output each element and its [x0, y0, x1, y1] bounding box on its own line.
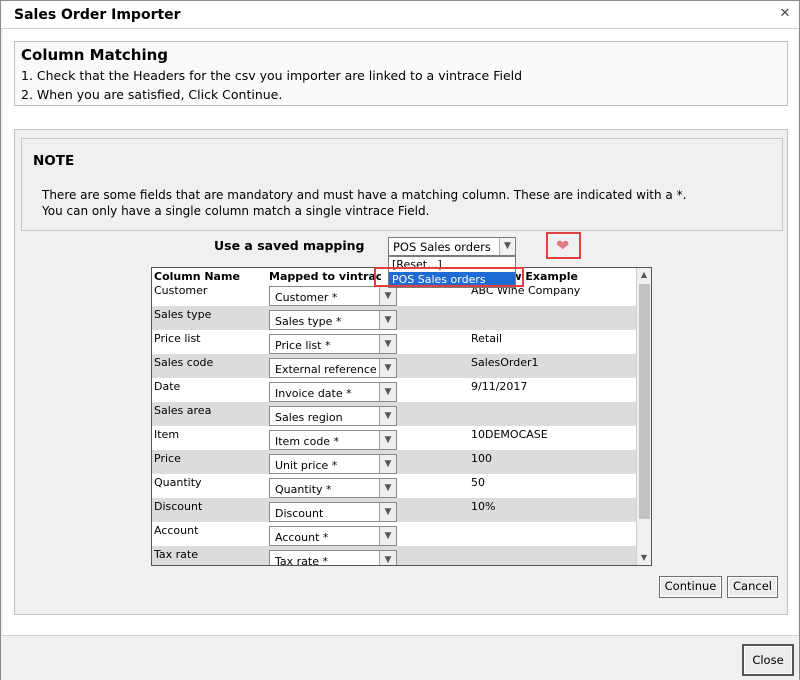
- instruction-step-2: 2. When you are satisfied, Click Continu…: [21, 87, 283, 102]
- chevron-down-icon[interactable]: ▼: [499, 238, 515, 255]
- table-row: Sales code External reference ▼ SalesOrde…: [152, 354, 636, 378]
- field-mapping-select[interactable]: Account * ▼: [269, 526, 397, 546]
- row-column-name: Sales code: [154, 356, 214, 369]
- note-title: NOTE: [33, 153, 75, 169]
- grid-scrollbar[interactable]: ▲ ▼: [636, 268, 651, 565]
- chevron-down-icon[interactable]: ▼: [379, 527, 396, 545]
- mapped-field-value: Customer *: [275, 291, 338, 304]
- column-mapping-grid: Column Name Mapped to vintrace Field Pre…: [151, 267, 652, 566]
- title-bar: Sales Order Importer ✕: [1, 1, 799, 29]
- option-reset[interactable]: [Reset...]: [389, 257, 515, 272]
- mapped-field-value: Price list *: [275, 339, 331, 352]
- field-mapping-select[interactable]: Unit price * ▼: [269, 454, 397, 474]
- cancel-button[interactable]: Cancel: [727, 576, 778, 598]
- field-mapping-select[interactable]: External reference ▼: [269, 358, 397, 378]
- close-icon[interactable]: ✕: [777, 6, 793, 22]
- chevron-down-icon[interactable]: ▼: [379, 359, 396, 377]
- mapping-panel: NOTE There are some fields that are mand…: [14, 129, 788, 615]
- mapped-field-value: Account *: [275, 531, 329, 544]
- mapped-field-value: Quantity *: [275, 483, 332, 496]
- row-preview-example: 50: [471, 476, 485, 489]
- continue-button[interactable]: Continue: [659, 576, 722, 598]
- row-column-name: Item: [154, 428, 180, 441]
- scroll-down-icon[interactable]: ▼: [637, 551, 651, 565]
- chevron-down-icon[interactable]: ▼: [379, 335, 396, 353]
- row-column-name: Customer: [154, 284, 208, 297]
- chevron-down-icon[interactable]: ▼: [379, 455, 396, 473]
- saved-mapping-options: [Reset...] POS Sales orders: [388, 256, 516, 288]
- chevron-down-icon[interactable]: ▼: [379, 407, 396, 425]
- row-preview-example: SalesOrder1: [471, 356, 539, 369]
- heart-icon: ❤: [556, 236, 570, 255]
- row-column-name: Tax rate: [154, 548, 198, 561]
- chevron-down-icon[interactable]: ▼: [379, 383, 396, 401]
- dialog-footer: Close: [1, 635, 799, 680]
- save-mapping-button[interactable]: ❤: [546, 232, 581, 259]
- row-column-name: Quantity: [154, 476, 202, 489]
- row-preview-example: 100: [471, 452, 492, 465]
- row-column-name: Price: [154, 452, 181, 465]
- saved-mapping-label: Use a saved mapping: [214, 238, 365, 253]
- sales-order-importer-dialog: Sales Order Importer ✕ Column Matching 1…: [0, 0, 800, 680]
- note-single-match-text: You can only have a single column match …: [42, 204, 430, 218]
- chevron-down-icon[interactable]: ▼: [379, 479, 396, 497]
- mapped-field-value: Invoice date *: [275, 387, 352, 400]
- column-matching-header: Column Matching 1. Check that the Header…: [14, 41, 788, 106]
- table-row: Quantity Quantity * ▼ 50: [152, 474, 636, 498]
- mapped-field-value: Item code *: [275, 435, 340, 448]
- field-mapping-select[interactable]: Price list * ▼: [269, 334, 397, 354]
- table-row: Sales type Sales type * ▼: [152, 306, 636, 330]
- row-preview-example: Retail: [471, 332, 503, 345]
- row-column-name: Account: [154, 524, 199, 537]
- row-column-name: Date: [154, 380, 181, 393]
- table-row: Item Item code * ▼ 10DEMOCASE: [152, 426, 636, 450]
- row-preview-example: 10%: [471, 500, 496, 513]
- mapped-field-value: Sales region: [275, 411, 343, 424]
- row-column-name: Price list: [154, 332, 201, 345]
- section-title: Column Matching: [21, 46, 169, 64]
- chevron-down-icon[interactable]: ▼: [379, 551, 396, 565]
- grid-rows: Customer Customer * ▼ ABC Wine Company Sa…: [152, 282, 636, 566]
- field-mapping-select[interactable]: Discount ▼: [269, 502, 397, 522]
- mapped-field-value: Discount: [275, 507, 324, 520]
- row-column-name: Discount: [154, 500, 203, 513]
- close-button[interactable]: Close: [742, 644, 794, 676]
- table-row: Tax rate Tax rate * ▼: [152, 546, 636, 566]
- chevron-down-icon[interactable]: ▼: [379, 287, 396, 305]
- table-row: Account Account * ▼: [152, 522, 636, 546]
- mapped-field-value: External reference: [275, 363, 377, 376]
- note-box: NOTE There are some fields that are mand…: [21, 138, 783, 231]
- saved-mapping-value: POS Sales orders: [393, 240, 491, 254]
- field-mapping-select[interactable]: Customer * ▼: [269, 286, 397, 306]
- table-row: Price Unit price * ▼ 100: [152, 450, 636, 474]
- row-preview-example: 10DEMOCASE: [471, 428, 548, 441]
- option-pos-sales-orders[interactable]: POS Sales orders: [389, 272, 515, 287]
- mapped-field-value: Unit price *: [275, 459, 338, 472]
- row-column-name: Sales type: [154, 308, 212, 321]
- table-row: Price list Price list * ▼ Retail: [152, 330, 636, 354]
- field-mapping-select[interactable]: Tax rate * ▼: [269, 550, 397, 566]
- row-preview-example: 9/11/2017: [471, 380, 528, 393]
- field-mapping-select[interactable]: Item code * ▼: [269, 430, 397, 450]
- table-row: Date Invoice date * ▼ 9/11/2017: [152, 378, 636, 402]
- note-mandatory-text: There are some fields that are mandatory…: [42, 188, 687, 202]
- field-mapping-select[interactable]: Sales region ▼: [269, 406, 397, 426]
- field-mapping-select[interactable]: Sales type * ▼: [269, 310, 397, 330]
- chevron-down-icon[interactable]: ▼: [379, 503, 396, 521]
- chevron-down-icon[interactable]: ▼: [379, 431, 396, 449]
- field-mapping-select[interactable]: Invoice date * ▼: [269, 382, 397, 402]
- table-row: Sales area Sales region ▼: [152, 402, 636, 426]
- table-row: Discount Discount ▼ 10%: [152, 498, 636, 522]
- row-column-name: Sales area: [154, 404, 212, 417]
- dialog-title: Sales Order Importer: [14, 7, 181, 23]
- instruction-step-1: 1. Check that the Headers for the csv yo…: [21, 68, 523, 83]
- mapped-field-value: Tax rate *: [275, 555, 328, 566]
- scroll-up-icon[interactable]: ▲: [637, 268, 651, 282]
- field-mapping-select[interactable]: Quantity * ▼: [269, 478, 397, 498]
- saved-mapping-select[interactable]: POS Sales orders ▼: [388, 237, 516, 256]
- mapped-field-value: Sales type *: [275, 315, 342, 328]
- chevron-down-icon[interactable]: ▼: [379, 311, 396, 329]
- scrollbar-thumb[interactable]: [639, 284, 650, 519]
